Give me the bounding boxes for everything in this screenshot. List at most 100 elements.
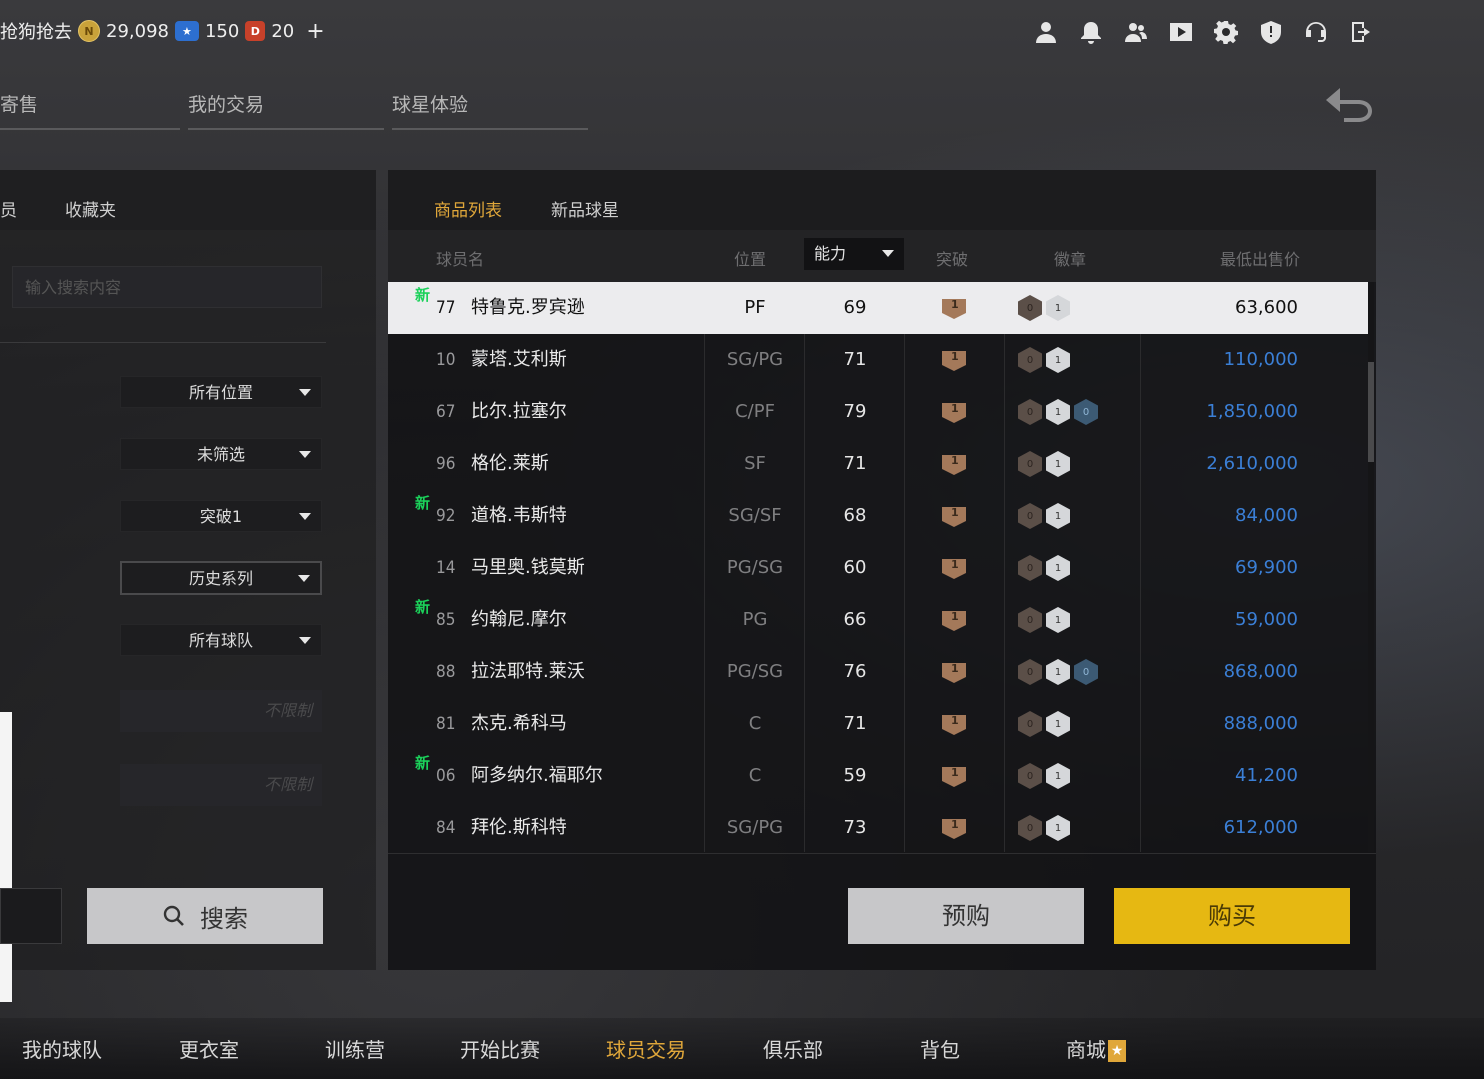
add-currency-button[interactable]: +: [306, 19, 324, 44]
series-filter-value: 历史系列: [188, 569, 253, 588]
reset-button[interactable]: [0, 888, 62, 944]
player-ability: 71: [843, 453, 867, 474]
position-filter-select[interactable]: 所有位置: [120, 376, 322, 408]
break-filter-select[interactable]: 突破1: [120, 500, 322, 532]
nav-locker-room[interactable]: 更衣室: [179, 1034, 239, 1063]
table-row[interactable]: 88 拉法耶特.莱沃 PG/SG 76 010 868,000: [388, 646, 1368, 698]
jersey-number: 14: [436, 558, 456, 578]
table-row[interactable]: 67 比尔.拉塞尔 C/PF 79 010 1,850,000: [388, 386, 1368, 438]
player-position: PG/SG: [726, 557, 784, 578]
scrollbar[interactable]: [1368, 282, 1374, 852]
player-position: C: [748, 713, 762, 734]
nav-training-camp[interactable]: 训练营: [325, 1034, 385, 1063]
table-row[interactable]: 新 85 约翰尼.摩尔 PG 66 01 59,000: [388, 594, 1368, 646]
search-button-label: 搜索: [200, 904, 248, 933]
badge-icon: 1: [1046, 347, 1070, 373]
table-row[interactable]: 新 06 阿多纳尔.福耶尔 C 59 01 41,200: [388, 750, 1368, 802]
prebuy-button[interactable]: 预购: [848, 888, 1084, 944]
player-name: 格伦.莱斯: [471, 453, 549, 474]
profile-icon[interactable]: [1033, 18, 1059, 46]
shield-icon[interactable]: [1258, 18, 1284, 46]
back-arrow-icon[interactable]: [1322, 82, 1376, 122]
nav-shop-label: 商城: [1066, 1038, 1106, 1062]
badge-icon: 1: [1046, 711, 1070, 737]
table-row[interactable]: 84 拜伦.斯科特 SG/PG 73 01 612,000: [388, 802, 1368, 854]
search-button[interactable]: 搜索: [87, 888, 323, 944]
chevron-down-icon: [299, 451, 311, 458]
tab-favorites[interactable]: 收藏夹: [65, 196, 116, 221]
nav-player-trade[interactable]: 球员交易: [606, 1034, 686, 1063]
break-level-icon: [942, 611, 966, 631]
player-name: 道格.韦斯特: [471, 505, 567, 526]
tab-consignment[interactable]: 寄售: [0, 86, 180, 130]
max-price-input[interactable]: 不限制: [120, 764, 322, 806]
jersey-number: 92: [436, 506, 456, 526]
jersey-number: 67: [436, 402, 456, 422]
tab-my-trades[interactable]: 我的交易: [188, 86, 384, 130]
header-break: 突破: [936, 250, 969, 269]
break-level-icon: [942, 455, 966, 475]
nav-backpack[interactable]: 背包: [920, 1034, 960, 1063]
player-name: 杰克.希科马: [471, 713, 567, 734]
search-input[interactable]: 输入搜索内容: [12, 266, 322, 308]
player-position: SG/PG: [726, 349, 784, 370]
badge-icon: 0: [1018, 295, 1042, 321]
player-ability: 66: [843, 609, 867, 630]
new-tag: 新: [415, 286, 431, 304]
unfiltered-select[interactable]: 未筛选: [120, 438, 322, 470]
tab-star-trial[interactable]: 球星体验: [392, 86, 588, 130]
new-tag: 新: [415, 754, 431, 772]
table-row[interactable]: 81 杰克.希科马 C 71 01 888,000: [388, 698, 1368, 750]
break-level-icon: [942, 351, 966, 371]
buy-button[interactable]: 购买: [1114, 888, 1350, 944]
table-row[interactable]: 新 92 道格.韦斯特 SG/SF 68 01 84,000: [388, 490, 1368, 542]
table-row[interactable]: 10 蒙塔.艾利斯 SG/PG 71 01 110,000: [388, 334, 1368, 386]
badge-list: 01: [1018, 503, 1070, 529]
video-icon[interactable]: [1168, 18, 1194, 46]
player-name: 马里奥.钱莫斯: [471, 557, 585, 578]
friends-icon[interactable]: [1123, 18, 1149, 46]
player-name: 拜伦.斯科特: [471, 817, 567, 838]
badge-icon: 1: [1046, 399, 1070, 425]
new-tag: 新: [415, 494, 431, 512]
filter-panel: 员 收藏夹 输入搜索内容 所有位置 未筛选 突破1 历史系列 所有球队 不限制 …: [0, 170, 376, 970]
tab-product-list[interactable]: 商品列表: [434, 196, 502, 233]
break-level-icon: [942, 767, 966, 787]
min-price-input[interactable]: 不限制: [120, 690, 322, 732]
player-name: 比尔.拉塞尔: [471, 401, 567, 422]
exit-icon[interactable]: [1348, 18, 1374, 46]
table-row[interactable]: 新 77 特鲁克.罗宾逊 PF 69 01 63,600: [388, 282, 1368, 334]
break-level-icon: [942, 403, 966, 423]
player-position: PG/SG: [726, 661, 784, 682]
team-filter-select[interactable]: 所有球队: [120, 624, 322, 656]
series-filter-select[interactable]: 历史系列: [120, 561, 322, 595]
badge-icon: 1: [1046, 295, 1070, 321]
ability-sort-select[interactable]: 能力: [804, 238, 904, 270]
table-header: 球员名 位置 能力 突破 徽章 最低出售价: [388, 230, 1376, 282]
nav-shop[interactable]: 商城 ★: [1066, 1034, 1126, 1063]
badge-list: 01: [1018, 607, 1070, 633]
table-row[interactable]: 96 格伦.莱斯 SF 71 01 2,610,000: [388, 438, 1368, 490]
gear-icon[interactable]: [1213, 18, 1239, 46]
player-ability: 60: [843, 557, 867, 578]
player-position: SF: [744, 453, 766, 474]
tab-new-stars[interactable]: 新品球星: [551, 196, 619, 221]
badge-icon: 1: [1046, 451, 1070, 477]
badge-list: 01: [1018, 295, 1070, 321]
nav-club[interactable]: 俱乐部: [763, 1034, 823, 1063]
tab-players[interactable]: 员: [0, 196, 17, 221]
side-strip: [0, 712, 12, 1002]
bell-icon[interactable]: [1078, 18, 1104, 46]
jersey-number: 77: [436, 298, 456, 318]
badge-icon: 0: [1018, 815, 1042, 841]
scrollbar-thumb[interactable]: [1368, 362, 1374, 462]
support-icon[interactable]: [1303, 18, 1329, 46]
nav-my-team[interactable]: 我的球队: [22, 1034, 102, 1063]
chevron-down-icon: [299, 389, 311, 396]
page-title: 抢狗抢去: [0, 22, 72, 43]
nav-start-game[interactable]: 开始比赛: [460, 1034, 540, 1063]
table-row[interactable]: 14 马里奥.钱莫斯 PG/SG 60 01 69,900: [388, 542, 1368, 594]
badge-icon: 0: [1018, 607, 1042, 633]
badge-list: 01: [1018, 763, 1070, 789]
header-badge: 徽章: [1054, 250, 1087, 269]
